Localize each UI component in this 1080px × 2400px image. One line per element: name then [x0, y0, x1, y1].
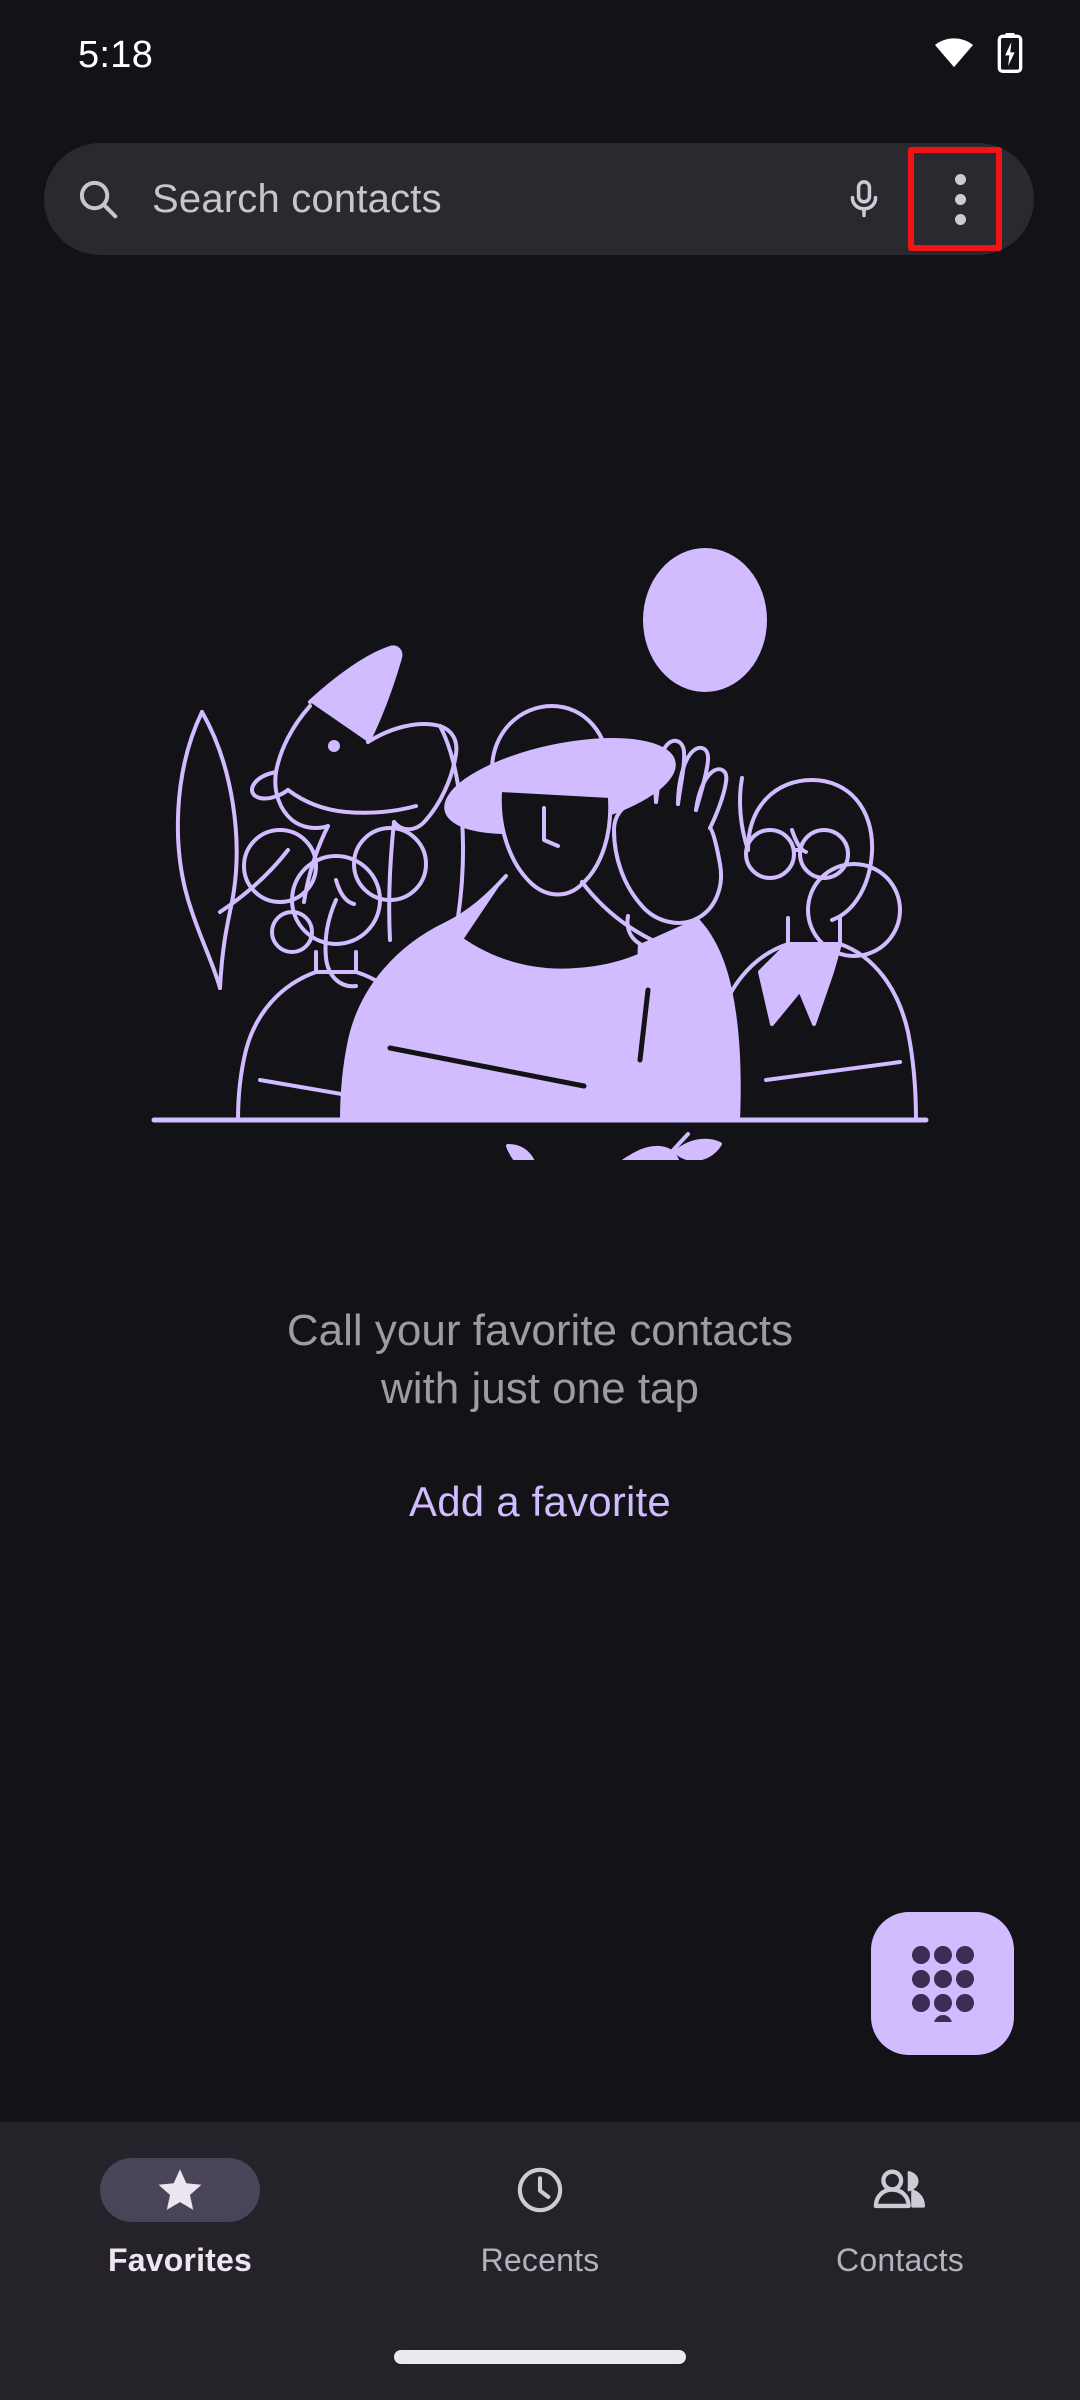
star-icon — [158, 2169, 202, 2210]
dialpad-icon — [911, 1945, 974, 2022]
search-input[interactable]: Search contacts — [152, 177, 816, 222]
empty-state-line-1: Call your favorite contacts — [286, 1306, 794, 1355]
clock-icon — [517, 2167, 563, 2213]
more-options-button[interactable] — [908, 143, 1008, 255]
search-icon — [44, 176, 152, 222]
more-options-icon — [954, 173, 966, 225]
empty-state-line-2: with just one tap — [381, 1364, 699, 1413]
empty-state-illustration — [0, 520, 1080, 1160]
battery-charging-icon — [996, 32, 1024, 78]
status-bar-clock: 5:18 — [78, 33, 154, 76]
nav-item-contacts[interactable]: Contacts — [720, 2122, 1080, 2322]
nav-label-recents: Recents — [480, 2242, 600, 2278]
dialpad-fab[interactable] — [871, 1912, 1014, 2055]
wifi-icon — [934, 37, 974, 73]
add-a-favorite-link[interactable]: Add a favorite — [0, 1478, 1080, 1526]
bottom-navigation-bar: Favorites Recents Contacts — [0, 2122, 1080, 2400]
status-bar-icons — [934, 32, 1024, 78]
people-icon — [873, 2169, 925, 2209]
phone-screen: 5:18 Search contacts Call your favorite … — [0, 0, 1080, 2400]
nav-active-indicator — [100, 2158, 260, 2222]
status-bar: 5:18 — [0, 0, 1080, 110]
nav-label-contacts: Contacts — [836, 2242, 964, 2278]
empty-state-message: Call your favorite contacts with just on… — [0, 1302, 1080, 1418]
people-with-dog-illustration — [151, 548, 929, 1160]
nav-label-favorites: Favorites — [107, 2242, 253, 2278]
home-indicator[interactable] — [394, 2350, 686, 2364]
nav-item-favorites[interactable]: Favorites — [0, 2122, 360, 2322]
microphone-icon[interactable] — [816, 178, 912, 220]
nav-pill-recents — [460, 2158, 620, 2222]
search-bar[interactable]: Search contacts — [44, 143, 1034, 255]
nav-item-recents[interactable]: Recents — [360, 2122, 720, 2322]
nav-pill-contacts — [820, 2158, 980, 2222]
